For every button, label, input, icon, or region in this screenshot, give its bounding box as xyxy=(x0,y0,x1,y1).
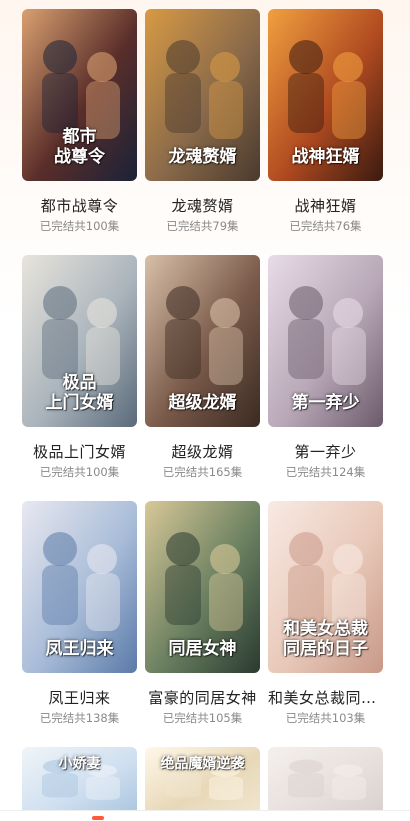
episode-count: 已完结共79集 xyxy=(166,219,239,233)
drama-poster[interactable]: 小娇妻 xyxy=(22,747,137,817)
drama-poster[interactable]: 同居女神 xyxy=(145,501,260,673)
drama-card[interactable]: 第一弃少 第一弃少 已完结共124集 xyxy=(268,255,383,483)
drama-poster[interactable]: 龙魂赘婿 xyxy=(145,9,260,181)
drama-card[interactable] xyxy=(268,747,383,817)
drama-title[interactable]: 超级龙婿 xyxy=(145,443,260,461)
bottom-nav-bar xyxy=(0,810,410,821)
drama-title[interactable]: 都市战尊令 xyxy=(22,197,137,215)
drama-title[interactable]: 和美女总裁同居... xyxy=(268,689,383,707)
episode-count: 已完结共105集 xyxy=(162,711,243,725)
drama-grid: 都市 战尊令 都市战尊令 已完结共100集 龙魂赘婿 龙魂赘婿 已完结共79集 战神狂婿 战神… xyxy=(22,9,388,817)
drama-card[interactable]: 龙魂赘婿 龙魂赘婿 已完结共79集 xyxy=(145,9,260,237)
poster-art xyxy=(268,747,383,817)
nav-indicator xyxy=(92,816,104,820)
poster-title-art: 都市 战尊令 xyxy=(54,127,105,167)
drama-card[interactable]: 战神狂婿 战神狂婿 已完结共76集 xyxy=(268,9,383,237)
poster-title-art: 同居女神 xyxy=(168,639,237,659)
drama-poster[interactable]: 和美女总裁 同居的日子 xyxy=(268,501,383,673)
drama-poster[interactable]: 超级龙婿 xyxy=(145,255,260,427)
poster-title-art: 极品 上门女婿 xyxy=(45,373,114,413)
drama-card[interactable]: 同居女神富豪的同居女神已完结共105集 xyxy=(145,501,260,729)
drama-poster[interactable] xyxy=(268,747,383,817)
poster-title-art: 第一弃少 xyxy=(291,393,360,413)
drama-title[interactable]: 第一弃少 xyxy=(268,443,383,461)
drama-title[interactable]: 凤王归来 xyxy=(22,689,137,707)
poster-title-art: 龙魂赘婿 xyxy=(168,147,237,167)
poster-title-art: 凤王归来 xyxy=(45,639,114,659)
episode-count: 已完结共103集 xyxy=(285,711,366,725)
episode-count: 已完结共165集 xyxy=(162,465,243,479)
drama-card[interactable]: 都市 战尊令都市战尊令已完结共100集 xyxy=(22,9,137,237)
poster-title-art: 战神狂婿 xyxy=(291,147,360,167)
poster-title-art: 和美女总裁 同居的日子 xyxy=(283,619,368,659)
drama-card[interactable]: 超级龙婿 超级龙婿 已完结共165集 xyxy=(145,255,260,483)
drama-card[interactable]: 绝品魔婿逆袭 xyxy=(145,747,260,817)
drama-title[interactable]: 龙魂赘婿 xyxy=(145,197,260,215)
episode-count: 已完结共100集 xyxy=(39,219,120,233)
drama-poster[interactable]: 第一弃少 xyxy=(268,255,383,427)
drama-card[interactable]: 和美女总裁 同居的日子和美女总裁同居... 已完结共103集 xyxy=(268,501,383,729)
episode-count: 已完结共124集 xyxy=(285,465,366,479)
episode-count: 已完结共100集 xyxy=(39,465,120,479)
drama-poster[interactable]: 都市 战尊令 xyxy=(22,9,137,181)
poster-title-art: 小娇妻 xyxy=(58,756,101,772)
episode-count: 已完结共138集 xyxy=(39,711,120,725)
drama-poster[interactable]: 极品 上门女婿 xyxy=(22,255,137,427)
drama-title[interactable]: 极品上门女婿 xyxy=(22,443,137,461)
drama-poster[interactable]: 绝品魔婿逆袭 xyxy=(145,747,260,817)
drama-poster[interactable]: 战神狂婿 xyxy=(268,9,383,181)
poster-title-art: 超级龙婿 xyxy=(168,393,237,413)
drama-title[interactable]: 富豪的同居女神 xyxy=(145,689,260,707)
episode-count: 已完结共76集 xyxy=(289,219,362,233)
drama-card[interactable]: 极品 上门女婿极品上门女婿已完结共100集 xyxy=(22,255,137,483)
poster-title-art: 绝品魔婿逆袭 xyxy=(160,756,245,772)
drama-poster[interactable]: 凤王归来 xyxy=(22,501,137,673)
drama-card[interactable]: 小娇妻 xyxy=(22,747,137,817)
drama-title[interactable]: 战神狂婿 xyxy=(268,197,383,215)
drama-card[interactable]: 凤王归来 凤王归来 已完结共138集 xyxy=(22,501,137,729)
